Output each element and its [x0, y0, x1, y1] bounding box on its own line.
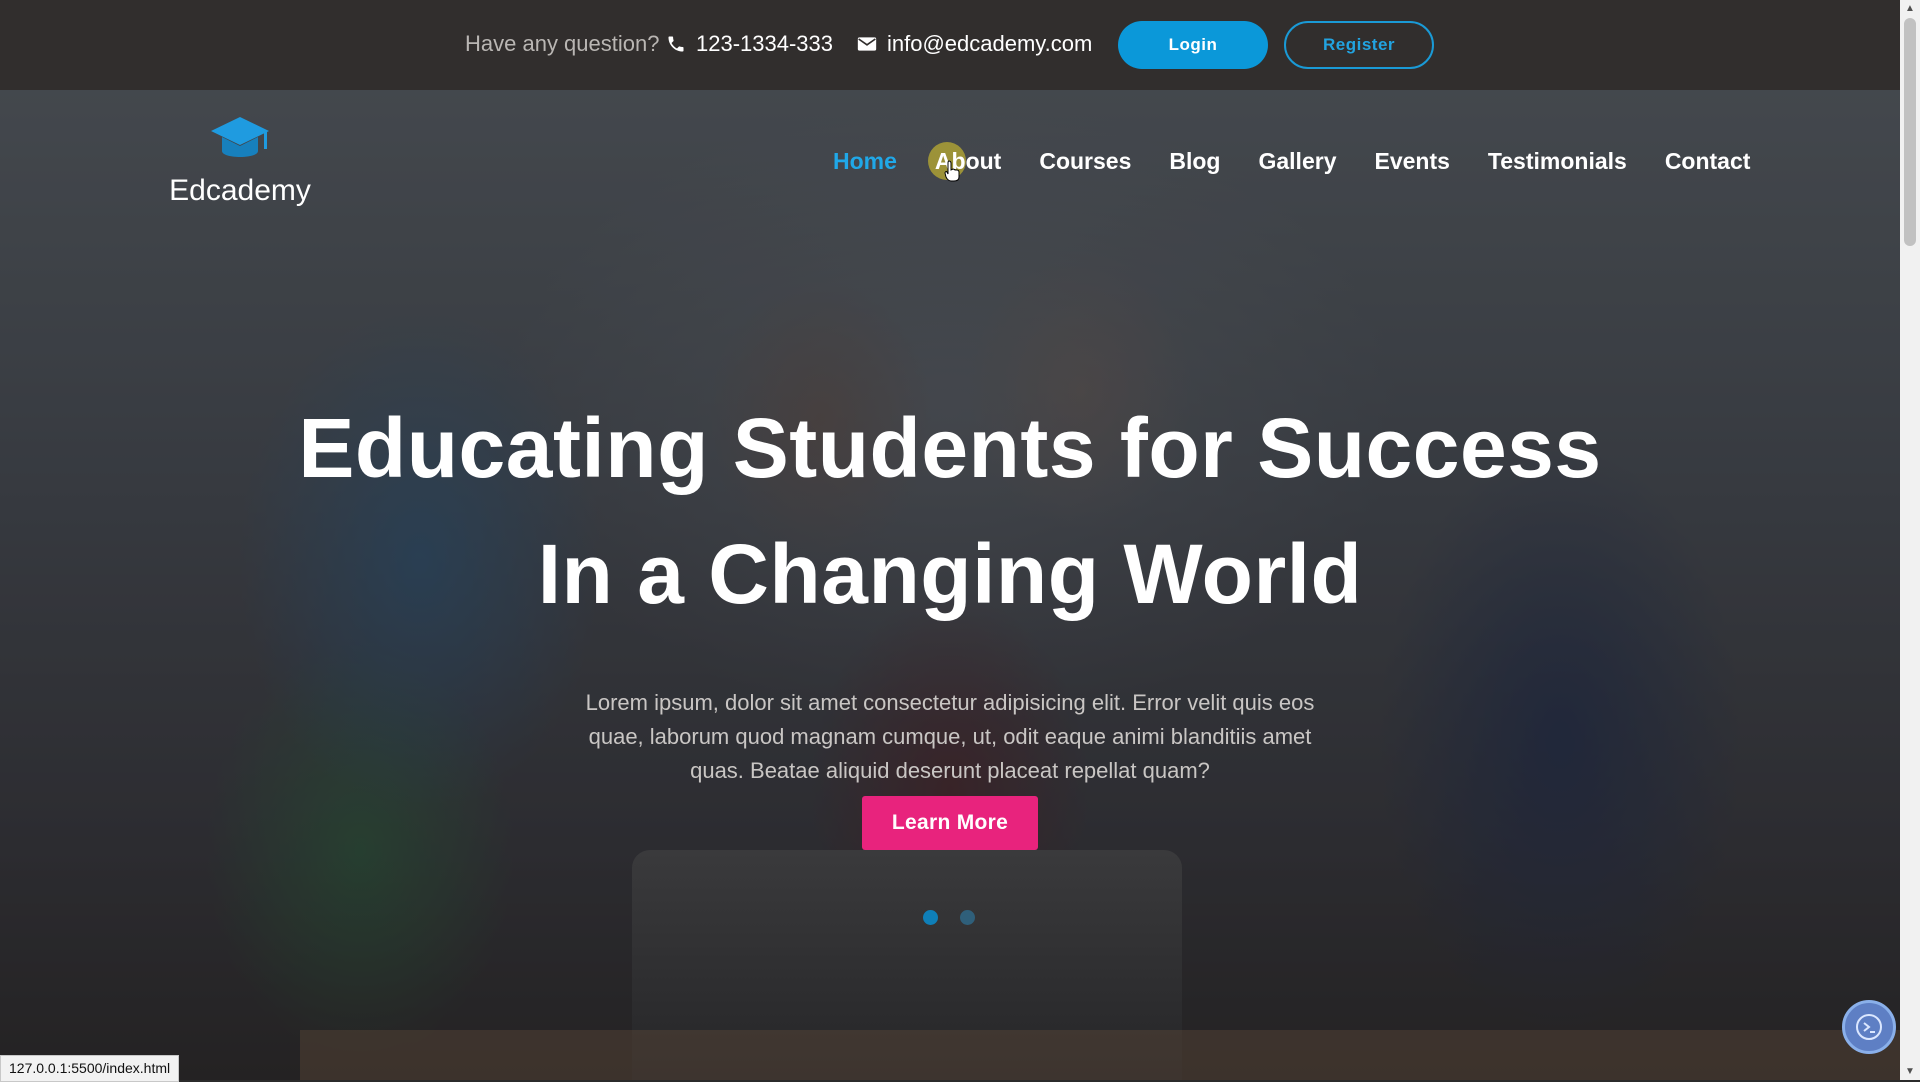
login-button[interactable]: Login — [1118, 21, 1268, 69]
carousel-dot-2[interactable] — [960, 910, 975, 925]
nav-item-home[interactable]: Home — [833, 148, 897, 175]
email-address: info@edcademy.com — [887, 31, 1093, 56]
chat-widget-button[interactable] — [1842, 1000, 1896, 1054]
nav-item-contact[interactable]: Contact — [1665, 148, 1751, 175]
nav-item-gallery[interactable]: Gallery — [1258, 148, 1336, 175]
email-contact[interactable]: info@edcademy.com — [857, 31, 1092, 57]
site-logo[interactable]: Edcademy — [165, 115, 315, 208]
nav-item-blog[interactable]: Blog — [1169, 148, 1220, 175]
question-text: Have any question? — [465, 31, 660, 56]
scroll-thumb[interactable] — [1904, 18, 1916, 246]
top-bar: Have any question? 123-1334-333 info@edc… — [0, 0, 1900, 90]
nav-item-testimonials[interactable]: Testimonials — [1488, 148, 1627, 175]
phone-number: 123-1334-333 — [696, 31, 834, 56]
nav-item-events[interactable]: Events — [1374, 148, 1449, 175]
chat-widget-icon — [1856, 1014, 1882, 1040]
scroll-up-arrow-icon[interactable]: ▲ — [1900, 0, 1920, 17]
graduation-cap-icon — [211, 117, 269, 157]
envelope-icon — [857, 37, 877, 51]
logo-text: Edcademy — [169, 174, 311, 207]
main-nav: Home About Courses Blog Gallery Events T… — [833, 148, 1750, 175]
desk-image — [300, 1030, 1900, 1080]
phone-icon — [668, 36, 684, 52]
phone-contact[interactable]: 123-1334-333 — [666, 31, 833, 57]
hero-headline-line2: In a Changing World — [537, 527, 1363, 621]
carousel-indicators — [923, 910, 997, 925]
register-button[interactable]: Register — [1284, 21, 1434, 69]
scroll-down-arrow-icon[interactable]: ▼ — [1900, 1063, 1920, 1080]
hand-cursor-icon — [944, 160, 960, 182]
page-scrollbar[interactable]: ▲ ▼ — [1900, 0, 1920, 1080]
nav-item-courses[interactable]: Courses — [1039, 148, 1131, 175]
carousel-dot-1[interactable] — [923, 910, 938, 925]
hero-lead-text: Lorem ipsum, dolor sit amet consectetur … — [585, 690, 1315, 783]
learn-more-button[interactable]: Learn More — [862, 796, 1038, 850]
browser-status-url: 127.0.0.1:5500/index.html — [0, 1055, 180, 1082]
hero-headline-line1: Educating Students for Success — [298, 401, 1602, 495]
